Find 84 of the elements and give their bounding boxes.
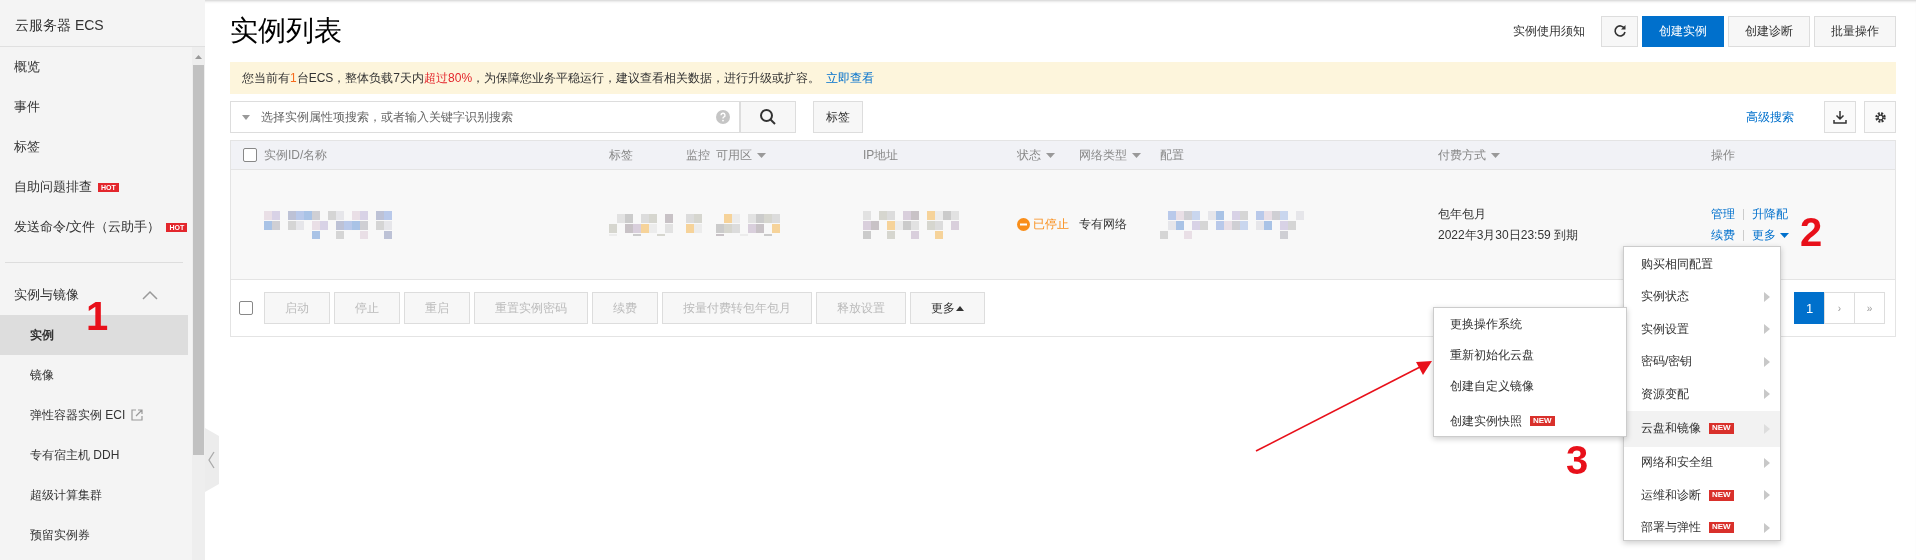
page-title: 实例列表 <box>230 14 342 48</box>
sidebar-item[interactable]: 超级计算集群 <box>0 475 188 515</box>
search-button[interactable] <box>740 101 796 133</box>
new-badge: NEW <box>1530 415 1555 427</box>
menu-item[interactable]: 实例状态 <box>1624 280 1780 313</box>
table-cell: 2022年3月30日23:59 到期 <box>1438 226 1579 244</box>
search-icon <box>759 108 777 126</box>
column-header: 实例ID/名称 <box>264 146 328 164</box>
submenu-arrow-icon <box>1764 490 1770 501</box>
bulk-action-button[interactable]: 更多 <box>910 292 985 324</box>
chevron-icon <box>142 290 158 300</box>
caret-icon <box>1491 152 1500 158</box>
menu-item[interactable]: 部署与弹性 NEW <box>1624 511 1780 544</box>
submenu-arrow-icon <box>1764 324 1770 335</box>
submenu-arrow-icon <box>1764 356 1770 367</box>
pixelated-redaction <box>609 213 673 236</box>
annotation-number: 3 <box>1566 440 1589 480</box>
menu-item[interactable]: 网络和安全组 <box>1624 446 1780 479</box>
menu-item[interactable]: 创建实例快照 NEW <box>1434 402 1626 440</box>
menu-item[interactable]: 资源变配 <box>1624 378 1780 411</box>
column-header: 配置 <box>1160 146 1184 164</box>
menu-item[interactable]: 实例设置 <box>1624 313 1780 346</box>
column-header: 监控 <box>686 146 710 164</box>
search-field[interactable]: 选择实例属性项搜索，或者输入关键字识别搜索 <box>230 101 740 133</box>
collapse-handle[interactable] <box>205 428 219 492</box>
sidebar-item[interactable]: 镜像 <box>0 355 188 395</box>
menu-item[interactable]: 更换操作系统 <box>1434 309 1626 340</box>
menu-item[interactable]: 密码/密钥 <box>1624 345 1780 378</box>
caret-icon <box>1132 152 1141 158</box>
checkbox[interactable] <box>239 301 253 315</box>
settings-button[interactable] <box>1864 101 1896 133</box>
page-button[interactable]: 1 <box>1794 292 1825 324</box>
external-link-icon <box>131 409 144 421</box>
sidebar-item[interactable]: 专有宿主机 DDH <box>0 435 188 475</box>
submenu-arrow-icon <box>1764 522 1770 533</box>
scrollbar[interactable] <box>192 47 205 560</box>
row-action-link[interactable]: 管理 <box>1711 205 1735 223</box>
menu-item[interactable]: 运维和诊断 NEW <box>1624 479 1780 512</box>
sidebar-item[interactable]: 预留实例券 <box>0 515 188 555</box>
menu-item[interactable]: 创建自定义镜像 <box>1434 371 1626 402</box>
view-now-link[interactable]: 立即查看 <box>826 69 875 87</box>
table-cell: 包年包月 <box>1438 205 1486 223</box>
sidebar-title: 云服务器 ECS <box>0 0 205 47</box>
status-label: 已停止 <box>1017 216 1069 233</box>
stop-icon <box>1017 218 1030 231</box>
menu-item[interactable]: 重新初始化云盘 <box>1434 340 1626 371</box>
new-badge: NEW <box>1709 489 1734 501</box>
column-header: 操作 <box>1711 146 1735 164</box>
checkbox[interactable] <box>243 148 257 162</box>
sidebar-item[interactable]: 弹性容器实例 ECI <box>0 395 188 435</box>
download-icon <box>1833 110 1847 124</box>
caret-icon <box>757 152 766 158</box>
caret-icon <box>242 115 250 120</box>
caret-icon <box>956 305 964 311</box>
submenu-arrow-icon <box>1764 389 1770 400</box>
new-badge: NEW <box>1709 522 1734 534</box>
row-action-link[interactable]: 更多 <box>1752 226 1789 244</box>
row-action-link[interactable]: 续费 <box>1711 226 1735 244</box>
action-button[interactable]: 批量操作 <box>1814 15 1896 47</box>
table-cell: 专有网络 <box>1079 216 1127 233</box>
submenu-arrow-icon <box>1764 291 1770 302</box>
create-instance-button[interactable]: 创建实例 <box>1642 15 1724 47</box>
caret-icon <box>1046 152 1055 158</box>
annotation-number: 2 <box>1800 212 1823 252</box>
advanced-search-link[interactable]: 高级搜索 <box>1746 108 1794 126</box>
refresh-icon <box>1612 24 1627 38</box>
sidebar-item[interactable]: 标签 <box>0 127 188 167</box>
column-header: 标签 <box>609 146 633 164</box>
alert-message: 您当前有1台ECS，整体负载7天内超过80%，为保障您业务平稳运行，建议查看相关数据，进行升级或扩容。 <box>242 69 821 87</box>
notice-link[interactable]: 实例使用须知 <box>1513 22 1585 40</box>
menu-item[interactable]: 购买相同配置 <box>1624 248 1780 281</box>
row-action-link[interactable]: 升降配 <box>1752 205 1788 223</box>
submenu-arrow-icon <box>1764 457 1770 468</box>
caret-icon <box>1780 232 1789 238</box>
action-button[interactable]: 创建诊断 <box>1728 15 1810 47</box>
menu-item[interactable]: 云盘和镜像 NEW <box>1624 410 1780 447</box>
refresh-button[interactable] <box>1601 15 1638 47</box>
sidebar-item[interactable]: 事件 <box>0 87 188 127</box>
settings-icon <box>1873 110 1887 124</box>
sidebar-item[interactable]: 概览 <box>0 47 188 87</box>
tag-button[interactable]: 标签 <box>813 101 863 133</box>
download-button[interactable] <box>1824 101 1856 133</box>
new-badge: NEW <box>1709 423 1734 434</box>
column-header: IP地址 <box>863 146 899 164</box>
